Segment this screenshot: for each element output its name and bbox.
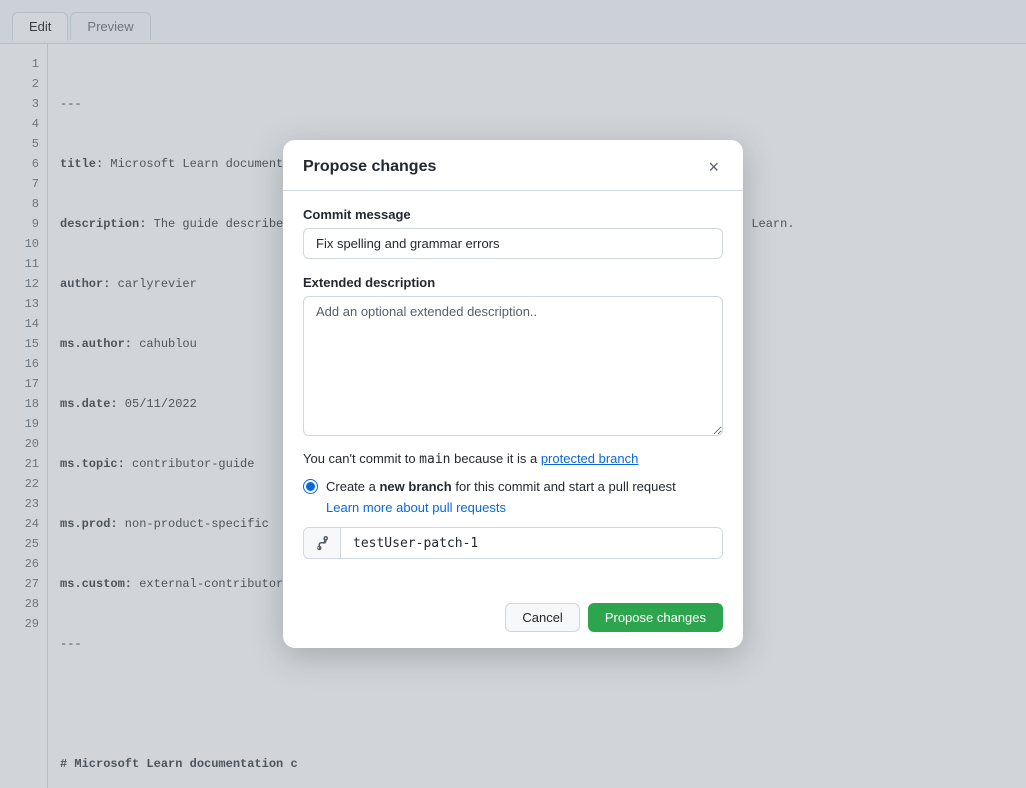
protected-branch-link[interactable]: protected branch <box>541 451 639 466</box>
editor-area: Edit Preview 1 2 3 4 5 6 7 8 9 10 11 12 … <box>0 0 1026 788</box>
cancel-button[interactable]: Cancel <box>505 603 579 632</box>
branch-icon <box>304 528 341 558</box>
extended-description-label: Extended description <box>303 275 723 290</box>
branch-name-row <box>303 527 723 559</box>
new-branch-radio[interactable] <box>303 479 318 494</box>
new-branch-label: Create a new branch for this commit and … <box>326 477 676 497</box>
dialog-footer: Cancel Propose changes <box>283 591 743 648</box>
learn-more-link[interactable]: Learn more about pull requests <box>326 500 723 515</box>
modal-overlay: Propose changes × Commit message Extende… <box>0 0 1026 788</box>
commit-message-input[interactable] <box>303 228 723 259</box>
extended-description-input[interactable] <box>303 296 723 436</box>
propose-changes-dialog: Propose changes × Commit message Extende… <box>283 140 743 649</box>
protected-branch-notice: You can't commit to main because it is a… <box>303 451 723 467</box>
close-button[interactable]: × <box>704 156 723 178</box>
new-branch-option: Create a new branch for this commit and … <box>303 477 723 497</box>
dialog-header: Propose changes × <box>283 140 743 191</box>
propose-changes-button[interactable]: Propose changes <box>588 603 723 632</box>
dialog-title: Propose changes <box>303 158 436 176</box>
commit-message-label: Commit message <box>303 207 723 222</box>
dialog-body: Commit message Extended description You … <box>283 191 743 592</box>
branch-name-input[interactable] <box>341 529 722 558</box>
